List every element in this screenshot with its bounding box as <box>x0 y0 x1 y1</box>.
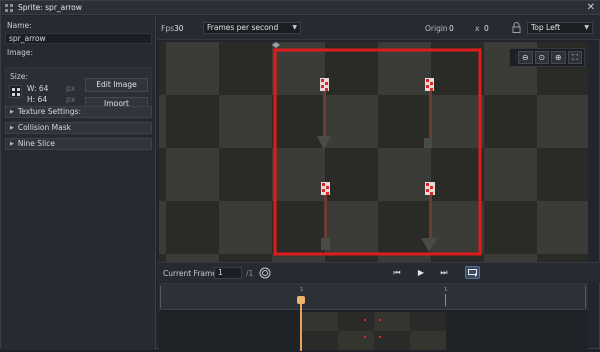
name-label: Name: <box>7 21 32 30</box>
name-field[interactable]: spr_arrow <box>5 33 152 44</box>
origin-x-field[interactable]: 0 <box>449 24 454 33</box>
lock-icon[interactable] <box>512 22 521 33</box>
chevron-down-icon: ▼ <box>292 24 297 31</box>
loop-toggle-button[interactable] <box>465 266 480 279</box>
fit-screen-icon[interactable]: ⛶ <box>567 51 582 64</box>
tick-label: 1 <box>300 287 304 293</box>
playhead-handle[interactable] <box>297 296 305 304</box>
resize-grid-icon[interactable] <box>9 85 22 98</box>
width-value: W: 64 <box>27 84 49 93</box>
total-frames: /1 <box>246 269 254 278</box>
sprite-editor-window: Sprite: spr_arrow ✕ Name: spr_arrow Imag… <box>0 0 600 351</box>
edit-image-button[interactable]: Edit Image <box>85 78 148 92</box>
skip-back-icon[interactable]: ⏮ <box>391 267 403 279</box>
current-frame-input[interactable]: 1 <box>214 267 242 279</box>
playhead-line[interactable] <box>300 296 302 351</box>
range-end-handle[interactable] <box>585 286 586 308</box>
timeline[interactable]: 1 1 <box>159 283 588 351</box>
size-label: Size: <box>10 72 28 81</box>
title-bar[interactable]: Sprite: spr_arrow ✕ <box>1 1 600 15</box>
drag-grip-icon[interactable]: ⋮ <box>512 51 519 64</box>
origin-label: Origin <box>425 24 448 33</box>
sprite-canvas[interactable] <box>159 42 588 262</box>
expand-arrow-icon: ▶ <box>10 125 14 131</box>
close-icon[interactable]: ✕ <box>587 2 595 13</box>
onion-skin-icon[interactable] <box>259 267 271 279</box>
frame-thumbnail-image <box>302 312 446 350</box>
skip-forward-icon[interactable]: ⏭ <box>438 267 450 279</box>
frame-thumbnail[interactable] <box>302 312 446 350</box>
expand-arrow-icon: ▶ <box>10 141 14 147</box>
origin-y-field[interactable]: 0 <box>484 24 489 33</box>
tick-label: 1 <box>444 287 448 293</box>
range-start-handle[interactable] <box>160 286 161 308</box>
canvas-drawing <box>159 42 588 262</box>
origin-preset-dropdown[interactable]: Top Left ▼ <box>527 22 593 34</box>
section-label: Collision Mask <box>17 123 71 132</box>
texture-settings-section[interactable]: ▶ Texture Settings: <box>5 106 152 118</box>
fps-label: Fps <box>161 24 174 33</box>
nine-slice-section[interactable]: ▶ Nine Slice <box>5 138 152 150</box>
zoom-in-icon[interactable]: ⊕ <box>551 51 566 64</box>
playback-bar: Current Frame: 1 /1 ⏮ ▶ ⏭ <box>157 262 600 282</box>
loop-icon <box>468 269 477 277</box>
expand-arrow-icon: ▶ <box>10 109 14 115</box>
properties-panel: Name: spr_arrow Image: Size: W: 64 px H:… <box>1 16 156 350</box>
width-unit: px <box>66 84 76 93</box>
zoom-reset-icon[interactable]: ⊙ <box>534 51 549 64</box>
origin-preset-value: Top Left <box>531 23 561 32</box>
image-label: Image: <box>7 48 34 57</box>
checkerboard <box>159 42 588 262</box>
section-label: Nine Slice <box>17 139 55 148</box>
current-frame-label: Current Frame: <box>163 269 220 278</box>
drag-grip-icon <box>5 3 13 12</box>
origin-x-separator: x <box>475 24 480 33</box>
end-marker <box>445 294 446 306</box>
height-unit: px <box>66 95 76 104</box>
timeline-ruler[interactable]: 1 1 <box>159 284 588 310</box>
chevron-down-icon: ▼ <box>584 24 589 31</box>
height-value: H: 64 <box>27 95 48 104</box>
zoom-toolbar: ⋮ ⊖ ⊙ ⊕ ⛶ <box>509 48 585 67</box>
fps-mode-value: Frames per second <box>207 23 279 32</box>
zoom-out-icon[interactable]: ⊖ <box>518 51 533 64</box>
play-icon[interactable]: ▶ <box>415 267 427 279</box>
section-label: Texture Settings: <box>17 107 81 116</box>
window-title: Sprite: spr_arrow <box>18 3 82 12</box>
sprite-toolbar: Fps 30 Frames per second ▼ Origin 0 x 0 … <box>157 16 600 40</box>
fps-value[interactable]: 30 <box>174 24 184 33</box>
collision-mask-section[interactable]: ▶ Collision Mask <box>5 122 152 134</box>
fps-mode-dropdown[interactable]: Frames per second ▼ <box>203 22 301 34</box>
